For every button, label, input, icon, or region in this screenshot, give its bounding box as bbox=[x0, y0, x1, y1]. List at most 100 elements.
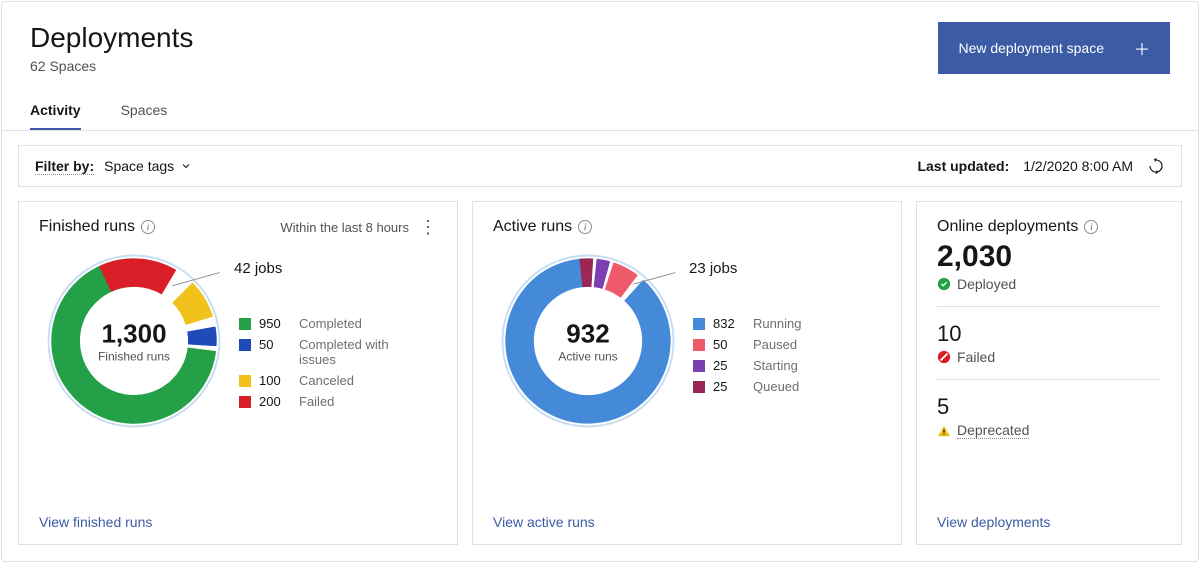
legend-label: Starting bbox=[753, 358, 798, 373]
warning-icon bbox=[937, 424, 951, 438]
legend-label: Completed with issues bbox=[299, 337, 409, 367]
swatch-icon bbox=[239, 396, 251, 408]
donut-center: 1,300 Finished runs bbox=[98, 319, 170, 364]
page-root: Deployments 62 Spaces New deployment spa… bbox=[1, 1, 1199, 562]
active-runs-title: Active runs i bbox=[493, 218, 592, 236]
failed-count: 10 bbox=[937, 321, 1161, 347]
info-icon[interactable]: i bbox=[1084, 220, 1098, 234]
active-legend: 832 Running 50 Paused 25 Starting 25 Queued bbox=[693, 316, 801, 394]
card-title-text: Finished runs bbox=[39, 218, 135, 236]
page-header: Deployments 62 Spaces New deployment spa… bbox=[2, 2, 1198, 74]
card-head: Finished runs i Within the last 8 hours … bbox=[39, 218, 437, 236]
divider bbox=[937, 379, 1161, 380]
legend-item: 950 Completed bbox=[239, 316, 409, 331]
tab-activity[interactable]: Activity bbox=[30, 92, 81, 130]
online-deployments-card: Online deployments i 2,030 Deployed 10 F… bbox=[916, 201, 1182, 545]
new-button-label: New deployment space bbox=[958, 40, 1104, 56]
chart-row: 1,300 Finished runs 42 jobs 950 Completed… bbox=[39, 246, 437, 506]
active-runs-card: Active runs i bbox=[472, 201, 902, 545]
swatch-icon bbox=[693, 360, 705, 372]
divider bbox=[937, 306, 1161, 307]
failed-label: Failed bbox=[957, 349, 995, 365]
swatch-icon bbox=[239, 375, 251, 387]
legend-value: 50 bbox=[259, 337, 291, 352]
legend-label: Paused bbox=[753, 337, 797, 352]
legend-label: Failed bbox=[299, 394, 334, 409]
legend-item: 832 Running bbox=[693, 316, 801, 331]
time-range: Within the last 8 hours bbox=[280, 220, 409, 235]
finished-jobs-callout: 42 jobs bbox=[234, 260, 282, 277]
filter-left: Filter by: Space tags bbox=[35, 158, 192, 175]
chart-row: 932 Active runs 23 jobs 832 Running 50 Pau… bbox=[493, 246, 881, 506]
chevron-down-icon bbox=[180, 160, 192, 172]
active-total-sub: Active runs bbox=[558, 350, 617, 364]
failed-status: Failed bbox=[937, 349, 1161, 365]
page-title: Deployments bbox=[30, 22, 193, 54]
finished-total-sub: Finished runs bbox=[98, 350, 170, 364]
legend-label: Canceled bbox=[299, 373, 354, 388]
card-head: Active runs i bbox=[493, 218, 881, 236]
filter-bar: Filter by: Space tags Last updated: 1/2/… bbox=[18, 145, 1182, 187]
deprecated-count: 5 bbox=[937, 394, 1161, 420]
view-deployments-link[interactable]: View deployments bbox=[937, 514, 1161, 530]
finished-runs-card: Finished runs i Within the last 8 hours … bbox=[18, 201, 458, 545]
legend-item: 100 Canceled bbox=[239, 373, 409, 388]
page-subtitle: 62 Spaces bbox=[30, 58, 193, 74]
filter-right: Last updated: 1/2/2020 8:00 AM bbox=[917, 157, 1165, 175]
legend-item: 50 Paused bbox=[693, 337, 801, 352]
legend-value: 25 bbox=[713, 379, 745, 394]
swatch-icon bbox=[693, 339, 705, 351]
online-deployments-title: Online deployments i bbox=[937, 218, 1161, 236]
cards-row: Finished runs i Within the last 8 hours … bbox=[2, 187, 1198, 561]
overflow-menu-icon[interactable]: ⋮ bbox=[419, 223, 437, 232]
legend-value: 950 bbox=[259, 316, 291, 331]
deprecated-status: Deprecated bbox=[937, 422, 1161, 439]
legend-value: 25 bbox=[713, 358, 745, 373]
legend-value: 50 bbox=[713, 337, 745, 352]
legend-label: Queued bbox=[753, 379, 799, 394]
info-icon[interactable]: i bbox=[578, 220, 592, 234]
finished-donut: 1,300 Finished runs 42 jobs bbox=[39, 246, 229, 436]
legend-item: 25 Starting bbox=[693, 358, 801, 373]
filter-dropdown-label: Space tags bbox=[104, 158, 174, 174]
filter-by-label: Filter by: bbox=[35, 158, 94, 175]
plus-icon: ＋ bbox=[1134, 36, 1150, 60]
donut-center: 932 Active runs bbox=[558, 319, 617, 364]
deployed-count: 2,030 bbox=[937, 240, 1161, 274]
legend-label: Completed bbox=[299, 316, 362, 331]
legend-value: 832 bbox=[713, 316, 745, 331]
error-circle-icon bbox=[937, 350, 951, 364]
refresh-icon[interactable] bbox=[1147, 157, 1165, 175]
new-deployment-space-button[interactable]: New deployment space ＋ bbox=[938, 22, 1170, 74]
filter-dropdown[interactable]: Space tags bbox=[104, 158, 192, 174]
card-title-text: Active runs bbox=[493, 218, 572, 236]
last-updated-value: 1/2/2020 8:00 AM bbox=[1023, 158, 1133, 174]
title-block: Deployments 62 Spaces bbox=[30, 22, 193, 74]
swatch-icon bbox=[693, 381, 705, 393]
legend-item: 50 Completed with issues bbox=[239, 337, 409, 367]
legend-label: Running bbox=[753, 316, 801, 331]
tabs: Activity Spaces bbox=[2, 74, 1198, 131]
deployed-status: Deployed bbox=[937, 276, 1161, 292]
last-updated-label: Last updated: bbox=[917, 158, 1009, 174]
view-active-runs-link[interactable]: View active runs bbox=[493, 514, 881, 530]
legend-value: 200 bbox=[259, 394, 291, 409]
legend-item: 25 Queued bbox=[693, 379, 801, 394]
card-head-right: Within the last 8 hours ⋮ bbox=[280, 220, 437, 235]
finished-runs-title: Finished runs i bbox=[39, 218, 155, 236]
legend-item: 200 Failed bbox=[239, 394, 409, 409]
finished-legend: 950 Completed 50 Completed with issues 100… bbox=[239, 316, 409, 409]
finished-total: 1,300 bbox=[98, 319, 170, 350]
active-total: 932 bbox=[558, 319, 617, 350]
active-donut: 932 Active runs 23 jobs bbox=[493, 246, 683, 436]
view-finished-runs-link[interactable]: View finished runs bbox=[39, 514, 437, 530]
swatch-icon bbox=[693, 318, 705, 330]
legend-value: 100 bbox=[259, 373, 291, 388]
active-jobs-callout: 23 jobs bbox=[689, 260, 737, 277]
deployed-label: Deployed bbox=[957, 276, 1016, 292]
card-title-text: Online deployments bbox=[937, 218, 1078, 236]
swatch-icon bbox=[239, 318, 251, 330]
tab-spaces[interactable]: Spaces bbox=[121, 92, 168, 130]
check-circle-icon bbox=[937, 277, 951, 291]
info-icon[interactable]: i bbox=[141, 220, 155, 234]
